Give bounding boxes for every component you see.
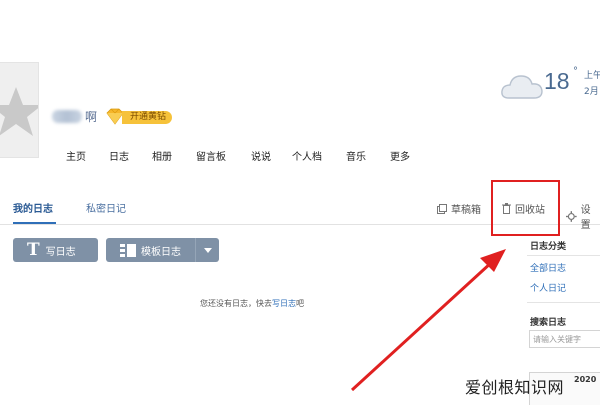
watermark: 爱创根知识网: [465, 374, 564, 398]
watermark-text: 爱创根知识网: [465, 378, 565, 397]
red-arrow-annotation: [350, 249, 506, 392]
